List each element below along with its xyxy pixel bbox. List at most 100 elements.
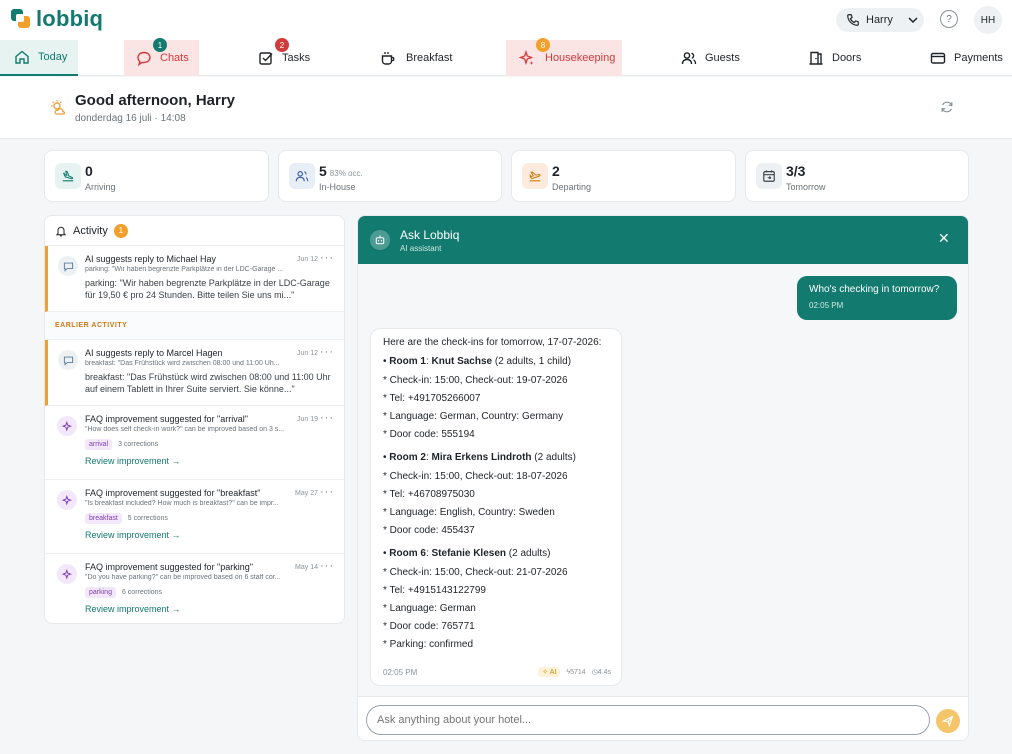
logo-text: lobbiq bbox=[36, 6, 104, 31]
chat-header: Ask Lobbiq AI assistant ✕ bbox=[358, 216, 968, 264]
list-item[interactable]: FAQ improvement suggested for "breakfast… bbox=[45, 480, 344, 554]
token-count: ϟ5714 bbox=[566, 668, 586, 676]
avatar[interactable]: HH bbox=[974, 6, 1002, 34]
sparkle-icon bbox=[519, 50, 534, 66]
send-icon[interactable] bbox=[936, 709, 960, 733]
room-detail: * Check-in: 15:00, Check-out: 21-07-2026 bbox=[383, 567, 568, 578]
stat-value: 0 bbox=[85, 163, 93, 179]
greeting-bar: Good afternoon, Harry donderdag 16 juli … bbox=[0, 77, 1012, 139]
sun-cloud-icon bbox=[51, 100, 66, 115]
more-icon[interactable]: ··· bbox=[320, 252, 334, 264]
tab-breakfast[interactable]: Breakfast bbox=[380, 40, 470, 76]
stat-value: 3/3 bbox=[786, 163, 806, 179]
stat-card-arriving[interactable]: 0 Arriving bbox=[44, 150, 269, 202]
stat-label: Departing bbox=[552, 182, 592, 192]
sparkle-icon bbox=[57, 490, 77, 510]
tab-label: Today bbox=[38, 51, 68, 63]
tab-tasks[interactable]: Tasks 2 bbox=[258, 38, 328, 76]
review-improvement-link[interactable]: Review improvement → bbox=[85, 530, 334, 540]
topic-tag: breakfast bbox=[85, 513, 122, 524]
response-duration: ◷4.4s bbox=[591, 669, 611, 676]
tab-housekeeping[interactable]: Housekeeping 8 bbox=[506, 38, 622, 76]
more-icon[interactable]: ··· bbox=[320, 412, 334, 424]
room-detail: * Door code: 455437 bbox=[383, 525, 475, 536]
help-icon[interactable]: ? bbox=[940, 10, 958, 28]
stat-card-tomorrow[interactable]: 3/3 Tomorrow bbox=[745, 150, 969, 202]
message-time: 02:05 PM bbox=[809, 301, 844, 310]
more-icon[interactable]: ··· bbox=[320, 560, 334, 572]
topic-tag: parking bbox=[85, 587, 116, 598]
stat-value: 2 bbox=[552, 163, 560, 179]
page-title: Good afternoon, Harry bbox=[75, 92, 236, 109]
more-icon[interactable]: ··· bbox=[320, 486, 334, 498]
tab-label: Doors bbox=[832, 52, 862, 64]
top-bar: lobbiq Harry ? HH bbox=[0, 0, 1012, 40]
topic-tag: arrival bbox=[85, 439, 113, 450]
assistant-message: Here are the check-ins for tomorrow, 17-… bbox=[370, 328, 622, 686]
close-icon[interactable]: ✕ bbox=[938, 230, 950, 247]
list-item[interactable]: FAQ improvement suggested for "arrival" … bbox=[45, 406, 344, 480]
more-icon[interactable]: ··· bbox=[320, 346, 334, 358]
activity-header: Activity 1 bbox=[45, 216, 344, 246]
user-menu[interactable]: Harry bbox=[836, 8, 924, 32]
list-item[interactable]: AI suggests reply to Marcel Hagen Jun 12… bbox=[45, 340, 344, 406]
chat-input[interactable] bbox=[366, 705, 930, 735]
room-detail: * Language: English, Country: Sweden bbox=[383, 507, 555, 518]
activity-item-preview: "Is breakfast included? How much is brea… bbox=[85, 500, 279, 507]
logo[interactable]: lobbiq bbox=[10, 8, 103, 30]
tab-today[interactable]: Today bbox=[0, 40, 78, 76]
room-detail: * Tel: +4915143122799 bbox=[383, 585, 486, 596]
activity-count-badge: 1 bbox=[113, 223, 128, 238]
sparkle-icon bbox=[57, 416, 77, 436]
check-square-icon bbox=[259, 52, 273, 65]
activity-title: Activity bbox=[73, 224, 108, 237]
chat-subtitle: AI assistant bbox=[400, 244, 442, 253]
room-block: • Room 6: Stefanie Klesen (2 adults) * C… bbox=[383, 548, 609, 654]
plane-land-icon bbox=[55, 163, 81, 189]
user-message: Who's checking in tomorrow? 02:05 PM bbox=[797, 276, 957, 320]
stat-card-in-house[interactable]: 5 83% occ. In-House bbox=[278, 150, 502, 202]
bot-icon bbox=[370, 230, 390, 250]
section-label: EARLIER ACTIVITY bbox=[45, 312, 344, 340]
activity-item-body: parking: "Wir haben begrenzte Parkplätze… bbox=[85, 278, 330, 300]
activity-item-preview: parking: "Wir haben begrenzte Parkplätze… bbox=[85, 266, 284, 273]
room-detail: * Tel: +491705266007 bbox=[383, 393, 481, 404]
stat-card-departing[interactable]: 2 Departing bbox=[511, 150, 736, 202]
activity-item-title: AI suggests reply to Michael Hay bbox=[85, 254, 217, 264]
room-detail: * Tel: +46708975030 bbox=[383, 489, 475, 500]
chevron-down-icon bbox=[908, 17, 918, 24]
tab-payments[interactable]: Payments bbox=[930, 40, 1010, 76]
message-footer: 02:05 PM ✧ AI ϟ5714 ◷4.4s bbox=[383, 667, 611, 677]
stat-value: 5 83% occ. bbox=[319, 163, 363, 179]
tab-label: Guests bbox=[705, 52, 740, 64]
tab-label: Housekeeping bbox=[545, 52, 616, 64]
phone-icon bbox=[847, 14, 859, 26]
activity-item-preview: "Do you have parking?" can be improved b… bbox=[85, 574, 281, 581]
tab-guests[interactable]: Guests bbox=[681, 40, 751, 76]
room-detail: * Check-in: 15:00, Check-out: 18-07-2026 bbox=[383, 471, 568, 482]
review-improvement-link[interactable]: Review improvement → bbox=[85, 456, 334, 466]
home-icon bbox=[15, 50, 29, 64]
tab-chats[interactable]: Chats 1 bbox=[124, 38, 199, 76]
room-detail: * Door code: 765771 bbox=[383, 621, 475, 632]
chats-badge: 1 bbox=[153, 38, 167, 52]
users-icon bbox=[289, 163, 315, 189]
housekeeping-badge: 8 bbox=[536, 38, 550, 52]
user-name: Harry bbox=[866, 14, 893, 26]
review-improvement-link[interactable]: Review improvement → bbox=[85, 604, 334, 614]
ai-badge: ✧ AI bbox=[538, 667, 561, 677]
list-item[interactable]: AI suggests reply to Michael Hay Jun 12 … bbox=[45, 246, 344, 312]
door-icon bbox=[809, 51, 823, 65]
activity-item-date: Jun 19 bbox=[296, 416, 318, 423]
activity-item-title: FAQ improvement suggested for "breakfast… bbox=[85, 488, 261, 498]
stat-label: In-House bbox=[319, 182, 356, 192]
tab-label: Breakfast bbox=[406, 52, 453, 64]
main-nav: Today Chats 1 Tasks 2 Breakfast Housekee… bbox=[0, 38, 1012, 76]
refresh-icon[interactable] bbox=[940, 100, 954, 114]
tab-label: Chats bbox=[160, 52, 189, 64]
plane-depart-icon bbox=[522, 163, 548, 189]
tag-row: parking 6 corrections bbox=[85, 587, 334, 598]
list-item[interactable]: FAQ improvement suggested for "parking" … bbox=[45, 554, 344, 623]
tab-doors[interactable]: Doors bbox=[808, 40, 878, 76]
card-icon bbox=[930, 52, 946, 64]
